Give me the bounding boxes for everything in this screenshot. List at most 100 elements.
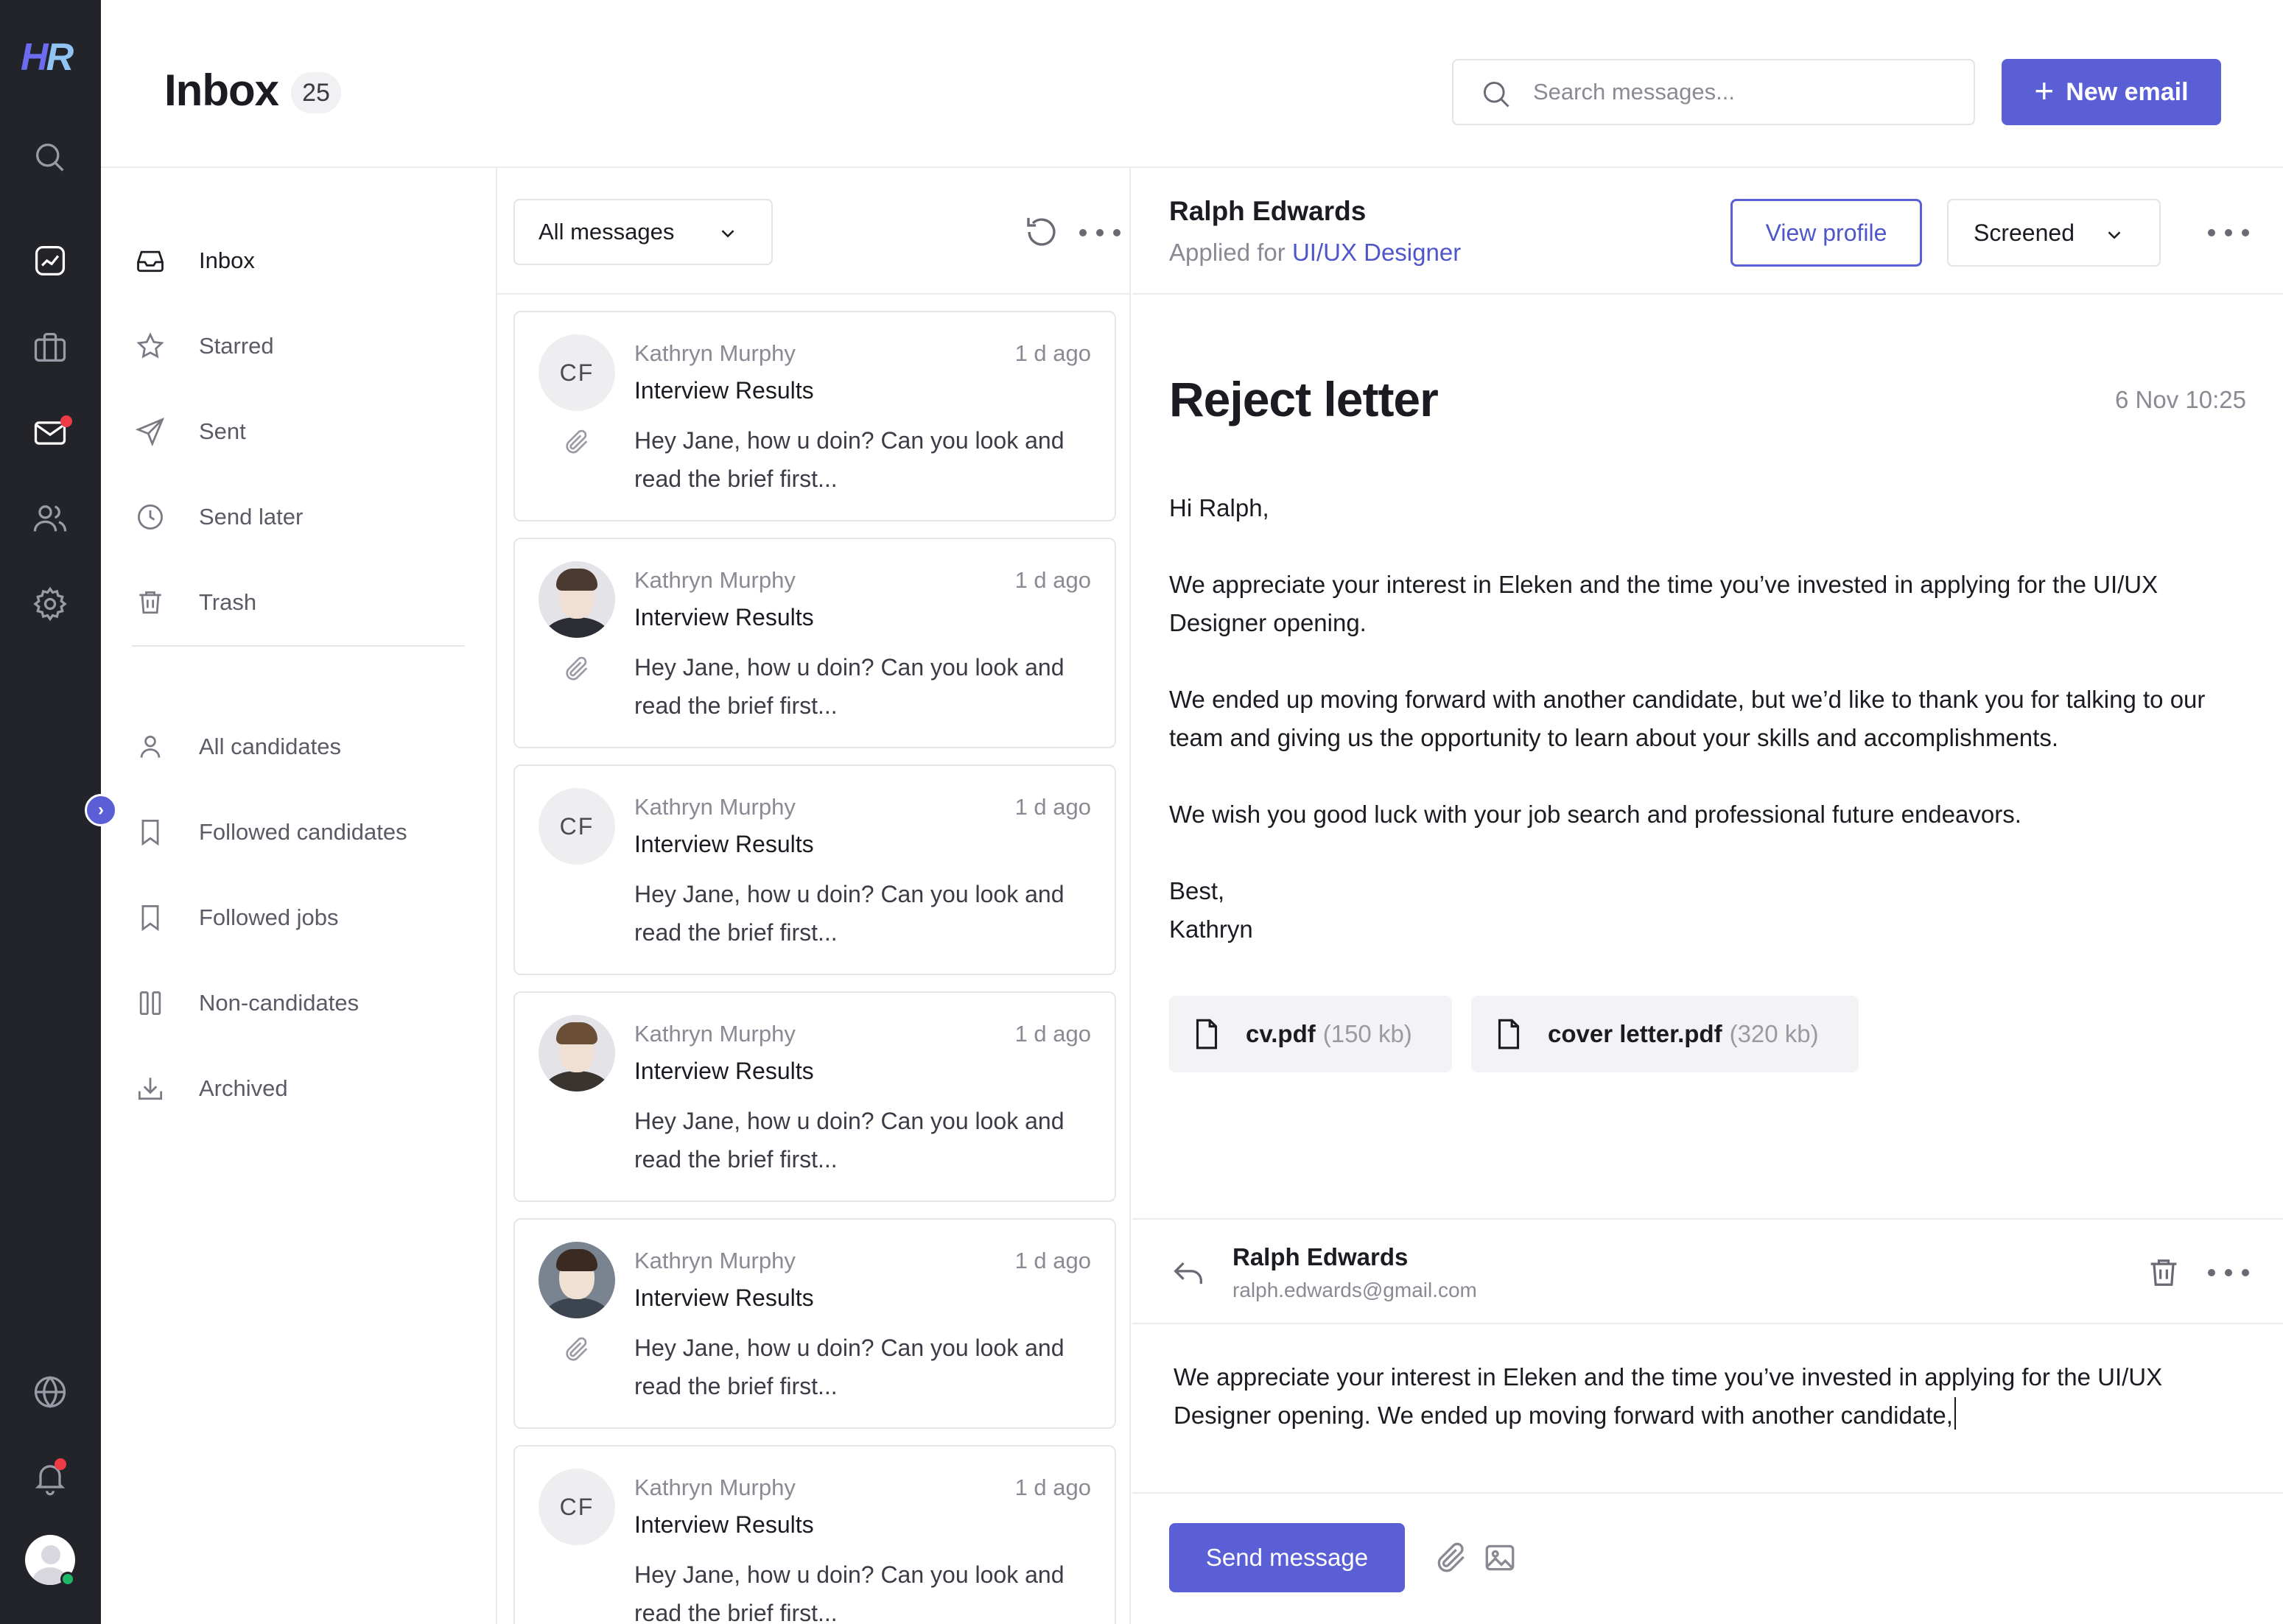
reading-pane: Ralph Edwards Applied for UI/UX Designer… (1132, 168, 2283, 1624)
message-sender: Kathryn Murphy (634, 1474, 796, 1500)
app-logo[interactable]: HR (21, 35, 74, 80)
message-subject: Interview Results (634, 377, 814, 404)
folder-nav: Inbox Starred Sent Send later Trash All … (85, 168, 497, 1624)
page-title: Inbox (164, 66, 279, 115)
sender-avatar (539, 561, 615, 638)
new-email-button[interactable]: + New email (2002, 59, 2221, 125)
applied-role-link[interactable]: UI/UX Designer (1292, 239, 1461, 266)
message-time: 1 d ago (1014, 1474, 1091, 1500)
paperclip-icon (566, 429, 588, 454)
nav-item-send-later[interactable]: Send later (134, 488, 473, 546)
email-date: 6 Nov 10:25 (2115, 386, 2246, 413)
attachment-cover-letter[interactable]: cover letter.pdf (320 kb) (1471, 996, 1859, 1072)
bookmark-icon (141, 905, 159, 932)
briefcase-icon[interactable] (28, 326, 72, 370)
search-icon (1483, 81, 1509, 108)
message-snippet: Hey Jane, how u doin? Can you look and r… (634, 654, 1065, 719)
email-closing: Best, (1169, 877, 1225, 904)
nav-divider (132, 645, 465, 647)
message-subject: Interview Results (634, 604, 814, 630)
nav-item-sent[interactable]: Sent (134, 402, 473, 461)
message-item[interactable]: Kathryn Murphy 1 d ago Interview Results… (513, 991, 1116, 1202)
attachment-cv[interactable]: cv.pdf (150 kb) (1169, 996, 1452, 1072)
candidate-name: Ralph Edwards (1169, 196, 1367, 226)
email-greeting: Hi Ralph, (1169, 494, 1269, 521)
nav-item-label: Followed jobs (199, 904, 339, 930)
nav-item-followed-candidates[interactable]: Followed candidates (134, 803, 473, 862)
message-snippet: Hey Jane, how u doin? Can you look and r… (634, 427, 1065, 492)
search-icon[interactable] (28, 136, 72, 180)
message-filter-select[interactable]: All messages (513, 199, 773, 265)
message-item[interactable]: CF Kathryn Murphy 1 d ago Interview Resu… (513, 764, 1116, 975)
email-signature: Kathryn (1169, 915, 1253, 943)
candidate-more-icon[interactable] (2208, 225, 2249, 240)
message-snippet: Hey Jane, how u doin? Can you look and r… (634, 881, 1065, 946)
reply-textarea[interactable]: We appreciate your interest in Eleken an… (1174, 1358, 2249, 1435)
status-select[interactable]: Screened (1947, 199, 2161, 267)
nav-item-followed-jobs[interactable]: Followed jobs (134, 888, 473, 947)
filter-label: All messages (539, 219, 675, 245)
clock-icon (138, 505, 163, 530)
sidebar-expand-button[interactable]: › (85, 794, 117, 826)
settings-icon[interactable] (28, 582, 72, 626)
nav-item-starred[interactable]: Starred (134, 317, 473, 376)
file-icon (1498, 1019, 1520, 1050)
globe-icon[interactable] (28, 1370, 72, 1414)
trash-icon[interactable] (2145, 1252, 2183, 1293)
mail-unread-dot (60, 415, 72, 427)
image-icon[interactable] (1481, 1539, 1518, 1576)
sender-avatar: CF (539, 334, 615, 411)
trash-icon (139, 591, 161, 614)
reply-header: Ralph Edwards ralph.edwards@gmail.com (1132, 1218, 2283, 1324)
reply-more-icon[interactable] (2208, 1265, 2249, 1280)
search-input[interactable] (1533, 60, 1960, 124)
refresh-icon[interactable] (1022, 212, 1062, 252)
nav-item-inbox[interactable]: Inbox (134, 231, 473, 290)
chevron-down-icon (721, 230, 734, 238)
message-sender: Kathryn Murphy (634, 794, 796, 820)
send-message-button[interactable]: Send message (1169, 1523, 1405, 1592)
nav-item-label: Archived (199, 1075, 288, 1101)
message-item[interactable]: CF Kathryn Murphy 1 d ago Interview Resu… (513, 311, 1116, 521)
bell-unread-dot (55, 1458, 66, 1470)
message-subject: Interview Results (634, 831, 814, 857)
reply-icon[interactable] (1169, 1254, 1207, 1292)
inbox-icon (137, 250, 164, 273)
email-subject: Reject letter (1169, 372, 1439, 426)
page-header: Inbox 25 + New email (101, 0, 2283, 168)
nav-item-trash[interactable]: Trash (134, 573, 473, 632)
bookmark-icon (141, 820, 159, 846)
message-item[interactable]: CF Kathryn Murphy 1 d ago Interview Resu… (513, 1445, 1116, 1624)
nav-item-label: All candidates (199, 734, 342, 759)
list-more-icon[interactable] (1079, 225, 1121, 240)
list-toolbar: All messages (497, 168, 1129, 295)
message-subject: Interview Results (634, 1284, 814, 1311)
message-snippet: Hey Jane, how u doin? Can you look and r… (634, 1108, 1065, 1173)
applied-for: Applied for UI/UX Designer (1169, 239, 1461, 267)
columns-icon (139, 991, 161, 1016)
nav-item-non-candidates[interactable]: Non-candidates (134, 974, 473, 1033)
message-time: 1 d ago (1014, 567, 1091, 593)
search-box[interactable] (1452, 59, 1975, 125)
reply-recipient-email: ralph.edwards@gmail.com (1232, 1279, 1477, 1301)
nav-item-all-candidates[interactable]: All candidates (134, 717, 473, 776)
attachment-name: cover letter.pdf (1548, 1020, 1722, 1047)
online-status-dot (60, 1572, 75, 1586)
message-item[interactable]: Kathryn Murphy 1 d ago Interview Results… (513, 538, 1116, 748)
message-item[interactable]: Kathryn Murphy 1 d ago Interview Results… (513, 1218, 1116, 1429)
nav-item-label: Followed candidates (199, 819, 407, 845)
message-time: 1 d ago (1014, 340, 1091, 366)
email-body: Hi Ralph, We appreciate your interest in… (1169, 489, 2215, 949)
users-icon[interactable] (28, 496, 72, 541)
chevron-down-icon (2108, 231, 2121, 239)
star-icon (136, 332, 164, 359)
analytics-icon[interactable] (28, 239, 72, 283)
nav-item-archived[interactable]: Archived (134, 1059, 473, 1118)
download-icon (138, 1078, 163, 1100)
paperclip-icon[interactable] (1433, 1539, 1470, 1576)
new-email-label: New email (2066, 77, 2189, 106)
nav-item-label: Non-candidates (199, 990, 360, 1016)
applied-prefix: Applied for (1169, 239, 1286, 266)
message-subject: Interview Results (634, 1058, 814, 1084)
view-profile-button[interactable]: View profile (1730, 199, 1922, 267)
